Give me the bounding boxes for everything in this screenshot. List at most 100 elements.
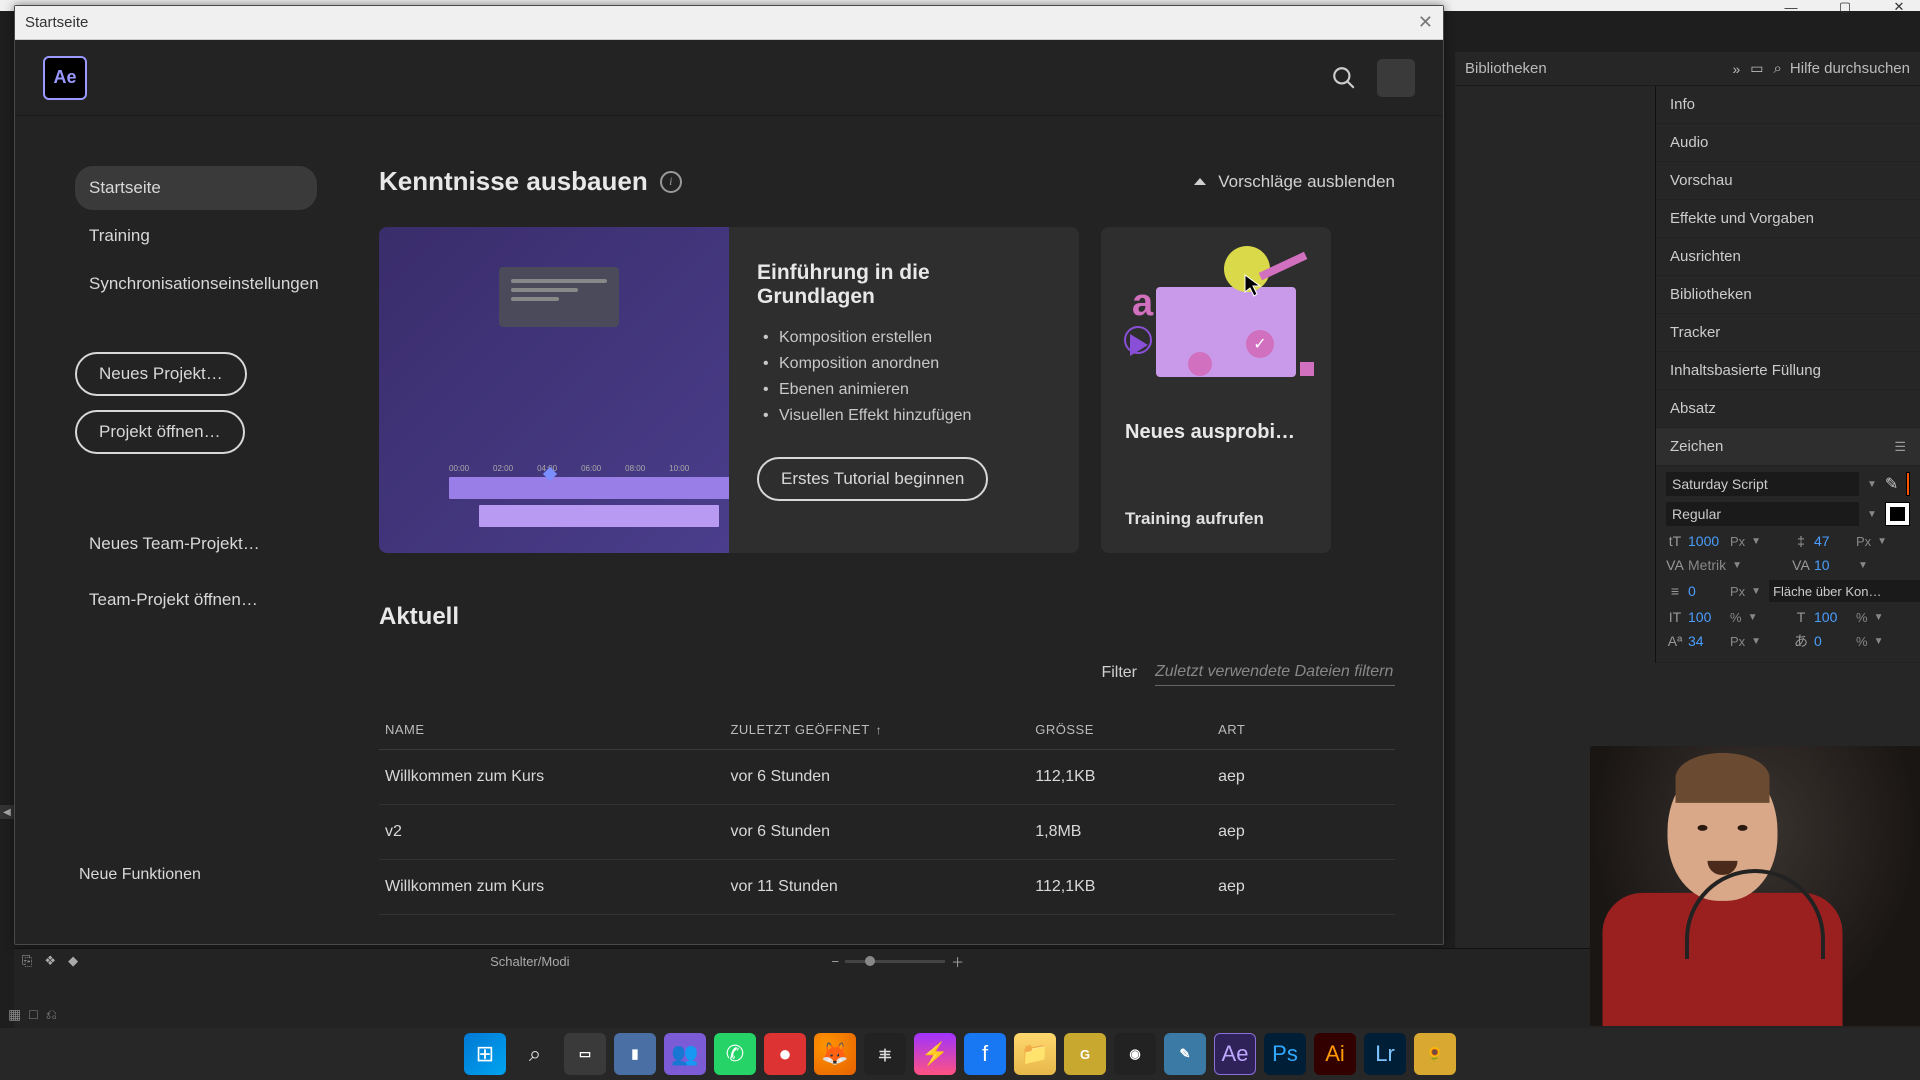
col-kind[interactable]: ART (1212, 710, 1395, 750)
switches-modes-button[interactable]: Schalter/Modi (490, 954, 569, 969)
taskbar-app-icon[interactable]: ✎ (1164, 1033, 1206, 1075)
account-avatar[interactable] (1377, 59, 1415, 97)
footer-toggle-icon[interactable]: ❖ (44, 953, 56, 969)
chevron-down-icon[interactable]: ▼ (1867, 479, 1877, 490)
hide-suggestions-button[interactable]: Vorschläge ausblenden (1194, 172, 1395, 192)
sidebar-item-training[interactable]: Training (75, 214, 317, 258)
taskbar-lightroom-icon[interactable]: Lr (1364, 1033, 1406, 1075)
window-minimize-button[interactable]: — (1784, 0, 1798, 14)
chevron-down-icon[interactable]: ▼ (1751, 536, 1761, 547)
panel-menu-icon[interactable]: ☰ (1894, 439, 1906, 455)
filter-input[interactable] (1155, 659, 1395, 686)
taskbar-app-icon[interactable]: 丰 (864, 1033, 906, 1075)
open-team-project-link[interactable]: Team-Projekt öffnen… (75, 580, 317, 620)
taskbar-facebook-icon[interactable]: f (964, 1033, 1006, 1075)
kerning-value[interactable]: Metrik (1688, 557, 1726, 573)
sidebar-item-start[interactable]: Startseite (75, 166, 317, 210)
fill-over-stroke-select[interactable] (1769, 580, 1920, 602)
chevron-down-icon[interactable]: ▼ (1751, 586, 1761, 597)
taskbar-search-icon[interactable]: ⌕ (514, 1033, 556, 1075)
panel-row-tracker[interactable]: Tracker (1656, 314, 1920, 352)
task-view-icon[interactable]: ▭ (564, 1033, 606, 1075)
panel-row-audio[interactable]: Audio (1656, 124, 1920, 162)
open-project-button[interactable]: Projekt öffnen… (75, 410, 245, 454)
chevron-down-icon[interactable]: ▼ (1874, 612, 1884, 623)
tracking-value[interactable]: 10 (1814, 557, 1852, 573)
chevron-down-icon[interactable]: ▼ (1732, 560, 1742, 571)
footer-toggle-icon[interactable]: ⎘ (22, 953, 32, 969)
tsume-value[interactable]: 0 (1814, 633, 1852, 649)
dialog-close-button[interactable]: ✕ (1418, 12, 1433, 33)
footer-toggle-icon[interactable]: ◆ (68, 953, 78, 969)
panel-row-preview[interactable]: Vorschau (1656, 162, 1920, 200)
panel-row-align[interactable]: Ausrichten (1656, 238, 1920, 276)
fill-color-swatch[interactable] (1906, 472, 1910, 496)
taskbar-explorer-icon[interactable]: 📁 (1014, 1033, 1056, 1075)
col-size[interactable]: GRÖSSE (1029, 710, 1212, 750)
chevron-down-icon[interactable]: ▼ (1874, 636, 1884, 647)
panel-row-info[interactable]: Info (1656, 86, 1920, 124)
stroke-color-swatch[interactable] (1885, 502, 1910, 526)
training-card[interactable]: a ✓ Neues ausprobi… Training aufrufen (1101, 227, 1331, 553)
chevron-down-icon[interactable]: ▼ (1867, 509, 1877, 520)
panel-row-effects[interactable]: Effekte und Vorgaben (1656, 200, 1920, 238)
col-name[interactable]: NAME (379, 710, 724, 750)
timeline-zoom-slider[interactable]: − ＋ (832, 952, 965, 971)
sidebar-item-new-features[interactable]: Neue Funktionen (79, 866, 201, 884)
panel-row-paragraph[interactable]: Absatz (1656, 390, 1920, 428)
table-row[interactable]: v2vor 6 Stunden1,8MBaep (379, 805, 1395, 860)
taskbar-app-icon[interactable]: 🌻 (1414, 1033, 1456, 1075)
new-project-button[interactable]: Neues Projekt… (75, 352, 247, 396)
panel-tab-libraries[interactable]: Bibliotheken (1465, 60, 1547, 77)
chevron-down-icon[interactable]: ▼ (1751, 636, 1761, 647)
panel-row-character[interactable]: Zeichen☰ (1656, 428, 1920, 466)
collapse-left-icon[interactable]: ◀ (0, 805, 14, 819)
panel-row-libraries[interactable]: Bibliotheken (1656, 276, 1920, 314)
taskbar-app-icon[interactable]: ▮ (614, 1033, 656, 1075)
col-opened[interactable]: ZULETZT GEÖFFNET↑ (724, 710, 1029, 750)
font-family-select[interactable] (1666, 472, 1859, 496)
taskbar-aftereffects-icon[interactable]: Ae (1214, 1033, 1256, 1075)
taskbar-app-icon[interactable]: ● (764, 1033, 806, 1075)
taskbar-photoshop-icon[interactable]: Ps (1264, 1033, 1306, 1075)
tiny-icon[interactable]: ▦ (8, 1006, 21, 1023)
start-tutorial-button[interactable]: Erstes Tutorial beginnen (757, 457, 988, 501)
zoom-in-icon[interactable]: ＋ (951, 952, 964, 971)
tutorial-card-basics[interactable]: 00:0002:0004:0006:0008:0010:00 Einführun… (379, 227, 1079, 553)
chevron-down-icon[interactable]: ▼ (1877, 536, 1887, 547)
taskbar-teams-icon[interactable]: 👥 (664, 1033, 706, 1075)
window-close-button[interactable]: ✕ (1892, 0, 1906, 14)
taskbar-obs-icon[interactable]: ◉ (1114, 1033, 1156, 1075)
tiny-icon[interactable]: □ (29, 1006, 37, 1023)
eyedropper-icon[interactable]: ✎ (1885, 474, 1898, 494)
panel-row-content-aware[interactable]: Inhaltsbasierte Füllung (1656, 352, 1920, 390)
stroke-width-value[interactable]: 0 (1688, 583, 1726, 599)
taskbar-whatsapp-icon[interactable]: ✆ (714, 1033, 756, 1075)
table-row[interactable]: Willkommen zum Kursvor 6 Stunden112,1KBa… (379, 750, 1395, 805)
leading-value[interactable]: 47 (1814, 533, 1852, 549)
table-row[interactable]: Willkommen zum Kursvor 11 Stunden112,1KB… (379, 860, 1395, 915)
tiny-icon[interactable]: ⎌ (46, 1006, 57, 1023)
font-size-value[interactable]: 1000 (1688, 533, 1726, 549)
search-icon[interactable] (1331, 65, 1357, 91)
info-icon[interactable]: i (660, 171, 682, 193)
baseline-value[interactable]: 34 (1688, 633, 1726, 649)
new-team-project-link[interactable]: Neues Team-Projekt… (75, 524, 317, 564)
start-menu-icon[interactable]: ⊞ (464, 1033, 506, 1075)
help-search-input[interactable]: Hilfe durchsuchen (1790, 60, 1910, 77)
zoom-out-icon[interactable]: − (832, 954, 840, 969)
taskbar-messenger-icon[interactable]: ⚡ (914, 1033, 956, 1075)
window-maximize-button[interactable]: ▢ (1838, 0, 1852, 14)
taskbar-firefox-icon[interactable]: 🦊 (814, 1033, 856, 1075)
vscale-value[interactable]: 100 (1688, 609, 1726, 625)
panel-layout-icon[interactable]: ▭ (1750, 60, 1763, 77)
taskbar-illustrator-icon[interactable]: Ai (1314, 1033, 1356, 1075)
hscale-value[interactable]: 100 (1814, 609, 1852, 625)
open-training-link[interactable]: Training aufrufen (1101, 509, 1331, 529)
taskbar-app-icon[interactable]: G (1064, 1033, 1106, 1075)
font-style-select[interactable] (1666, 502, 1859, 526)
collapse-panels-icon[interactable]: » (1732, 61, 1740, 77)
chevron-down-icon[interactable]: ▼ (1858, 560, 1868, 571)
chevron-down-icon[interactable]: ▼ (1748, 612, 1758, 623)
sidebar-item-sync[interactable]: Synchronisationseinstellungen (75, 262, 317, 306)
